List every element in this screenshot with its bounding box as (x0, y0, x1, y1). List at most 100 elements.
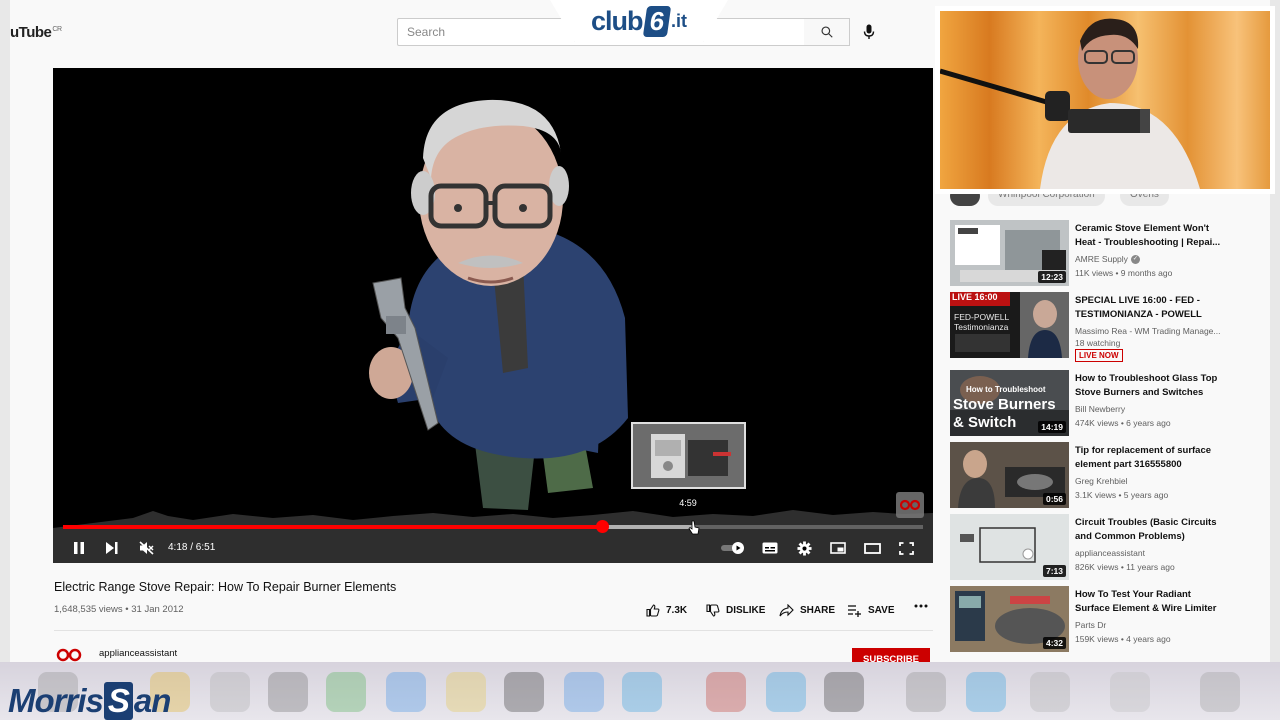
rec-channel: applianceassistant (1075, 548, 1145, 558)
recommendation-item[interactable]: LIVE 16:00 FED-POWELL Testimonianza SPEC… (950, 292, 1260, 362)
search-icon (820, 26, 833, 38)
dock-app-icon[interactable] (824, 672, 864, 712)
dock-app-icon[interactable] (966, 672, 1006, 712)
video-frame (53, 68, 933, 563)
like-button[interactable]: 7.3K (646, 604, 687, 617)
verified-icon: ✓ (1130, 255, 1140, 265)
dislike-button[interactable]: DISLIKE (706, 604, 765, 617)
club6-text: club (591, 5, 644, 36)
webcam-overlay (935, 6, 1275, 194)
rec-views: 18 watching (1075, 338, 1121, 348)
search-button[interactable] (804, 18, 850, 46)
fullscreen-icon (898, 541, 914, 555)
thumb-overlay-text: How to Troubleshoot (966, 385, 1046, 394)
thumbs-up-icon (646, 604, 660, 617)
subtitles-icon (762, 542, 778, 554)
thumbs-down-icon (706, 604, 720, 617)
thumb-overlay-text-2: Stove Burners (953, 396, 1056, 413)
rec-title: How To Test Your Radiant Surface Element… (1075, 589, 1217, 614)
microphone-icon (863, 24, 875, 39)
miniplayer-button[interactable] (827, 537, 849, 559)
gear-icon (796, 540, 812, 556)
autoplay-toggle[interactable] (721, 537, 747, 559)
recommendation-item[interactable]: 12:23 Ceramic Stove Element Won't Heat -… (950, 220, 1260, 286)
add-to-playlist-icon (848, 605, 861, 617)
next-button[interactable] (101, 537, 123, 559)
dock-app-icon[interactable] (268, 672, 308, 712)
video-meta: 1,648,535 views • 31 Jan 2012 (54, 604, 184, 615)
video-title: Electric Range Stove Repair: How To Repa… (54, 580, 397, 594)
rec-title: How to Troubleshoot Glass Top Stove Burn… (1075, 373, 1218, 398)
channel-watermark[interactable] (896, 492, 924, 518)
club6-number: 6 (642, 5, 672, 37)
club6-tld: .it (670, 10, 687, 31)
share-icon (779, 604, 794, 617)
rec-channel: Bill Newberry (1075, 404, 1126, 414)
voice-search-button[interactable] (858, 21, 880, 43)
channel-name[interactable]: applianceassistant (99, 648, 177, 659)
dock-app-icon[interactable] (446, 672, 486, 712)
pause-button[interactable] (68, 537, 90, 559)
progress-bar[interactable] (63, 520, 923, 533)
volume-muted-icon (138, 541, 154, 555)
time-display: 4:18 / 6:51 (168, 542, 216, 553)
fullscreen-button[interactable] (895, 537, 917, 559)
dock-app-icon[interactable] (504, 672, 544, 712)
dislike-label: DISLIKE (726, 605, 766, 616)
club6-overlay-logo: club 6 .it (550, 0, 728, 42)
logo-region: CR (52, 26, 62, 33)
thumb-overlay-text: LIVE 16:00 (952, 292, 998, 302)
share-button[interactable]: SHARE (779, 604, 835, 617)
save-button[interactable]: SAVE (847, 604, 895, 617)
rec-title: Ceramic Stove Element Won't Heat - Troub… (1075, 223, 1221, 248)
video-thumbnail: 0:56 (950, 442, 1069, 508)
dock-app-icon[interactable] (906, 672, 946, 712)
dock-app-icon[interactable] (386, 672, 426, 712)
dock-app-icon[interactable] (1110, 672, 1150, 712)
thumb-overlay-text-3: & Switch (953, 414, 1017, 431)
dock-app-icon[interactable] (326, 672, 366, 712)
miniplayer-icon (830, 542, 846, 554)
settings-button[interactable] (793, 537, 815, 559)
recommendation-item[interactable]: How to Troubleshoot Stove Burners & Swit… (950, 370, 1260, 436)
skip-next-icon (106, 542, 118, 554)
rec-channel: Greg Krehbiel (1075, 476, 1128, 486)
recommendation-item[interactable]: 7:13 Circuit Troubles (Basic Circuits an… (950, 514, 1260, 580)
subtitles-button[interactable] (759, 537, 781, 559)
brand-part-1: Morris (8, 682, 104, 719)
dock-app-icon[interactable] (210, 672, 250, 712)
seek-preview-thumbnail (631, 422, 746, 489)
more-horizontal-icon (914, 604, 928, 608)
dock-app-icon[interactable] (622, 672, 662, 712)
theater-mode-icon (863, 542, 881, 554)
progress-played (63, 525, 603, 529)
dock-app-icon[interactable] (1200, 672, 1240, 712)
duration-badge: 0:56 (1042, 493, 1066, 505)
youtube-logo[interactable]: uTubeCR (10, 24, 62, 41)
video-player[interactable]: 4:59 4:18 / 6:51 (53, 68, 933, 563)
rec-views: 3.1K views • 5 years ago (1075, 490, 1169, 500)
morrissan-brand-logo: Morris San (8, 682, 171, 720)
duration-badge: 12:23 (1038, 271, 1066, 283)
rec-channel-name: AMRE Supply (1075, 254, 1128, 264)
recommendation-item[interactable]: 0:56 Tip for replacement of surface elem… (950, 442, 1260, 508)
rec-views: 826K views • 11 years ago (1075, 562, 1175, 572)
more-actions-button[interactable] (914, 604, 934, 608)
autoplay-toggle-icon (721, 542, 744, 554)
recommendation-item[interactable]: 4:32 How To Test Your Radiant Surface El… (950, 586, 1260, 652)
rec-title: SPECIAL LIVE 16:00 - FED - TESTIMONIANZA… (1075, 295, 1202, 320)
dock-app-icon[interactable] (1030, 672, 1070, 712)
divider (54, 630, 933, 631)
dock-app-icon[interactable] (766, 672, 806, 712)
video-thumbnail: How to Troubleshoot Stove Burners & Swit… (950, 370, 1069, 436)
rec-channel: Parts Dr (1075, 620, 1107, 630)
dock-app-icon[interactable] (706, 672, 746, 712)
theater-mode-button[interactable] (861, 537, 883, 559)
mute-button[interactable] (135, 537, 157, 559)
save-label: SAVE (868, 605, 895, 616)
share-label: SHARE (800, 605, 836, 616)
dock-app-icon[interactable] (564, 672, 604, 712)
appliance-logo-icon (900, 499, 920, 511)
rec-title: Circuit Troubles (Basic Circuits and Com… (1075, 517, 1217, 542)
like-count: 7.3K (666, 605, 688, 616)
